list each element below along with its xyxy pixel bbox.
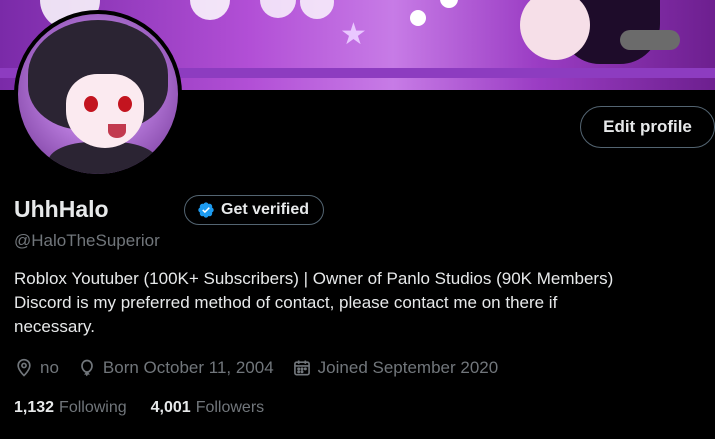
profile-stats: 1,132 Following 4,001 Followers	[14, 399, 288, 417]
birthday-text: Born October 11, 2004	[102, 358, 274, 377]
banner-art-shape	[620, 30, 680, 50]
bio-line: necessary.	[14, 317, 95, 336]
get-verified-label: Get verified	[221, 201, 310, 218]
location-text: no	[40, 358, 59, 377]
calendar-icon	[293, 360, 310, 376]
banner-art-shape	[410, 10, 426, 26]
banner-art-shape	[190, 0, 230, 20]
followers-link[interactable]: 4,001 Followers	[151, 399, 265, 417]
profile-meta: no Born October 11, 2004 Joined Septembe…	[14, 358, 516, 378]
location-item: no	[14, 358, 59, 378]
avatar-eye	[84, 96, 98, 112]
avatar-eye	[118, 96, 132, 112]
banner-star-icon: ★	[340, 18, 367, 51]
avatar-face	[66, 74, 144, 148]
bio-line: Discord is my preferred method of contac…	[14, 293, 558, 312]
banner-art-shape	[300, 0, 334, 19]
edit-profile-button[interactable]: Edit profile	[580, 106, 715, 148]
avatar-mouth	[108, 124, 126, 138]
profile-handle: @HaloTheSuperior	[14, 231, 160, 250]
banner-art-shape	[440, 0, 458, 8]
get-verified-button[interactable]: Get verified	[184, 195, 325, 225]
display-name: UhhHalo	[14, 196, 109, 222]
banner-art-shape	[260, 0, 296, 18]
following-label: Following	[59, 399, 127, 416]
followers-label: Followers	[195, 399, 265, 416]
profile-avatar[interactable]	[14, 10, 182, 178]
bio-line: Roblox Youtuber (100K+ Subscribers) | Ow…	[14, 269, 614, 288]
joined-text: Joined September 2020	[317, 358, 499, 377]
location-pin-icon	[17, 358, 31, 377]
birthday-item: Born October 11, 2004	[77, 358, 274, 378]
verified-badge-icon	[198, 202, 214, 218]
profile-bio: Roblox Youtuber (100K+ Subscribers) | Ow…	[14, 267, 704, 339]
joined-item: Joined September 2020	[292, 358, 499, 378]
balloon-icon	[81, 359, 93, 377]
following-count: 1,132	[14, 399, 55, 416]
followers-count: 4,001	[150, 399, 191, 416]
following-link[interactable]: 1,132 Following	[14, 399, 127, 417]
